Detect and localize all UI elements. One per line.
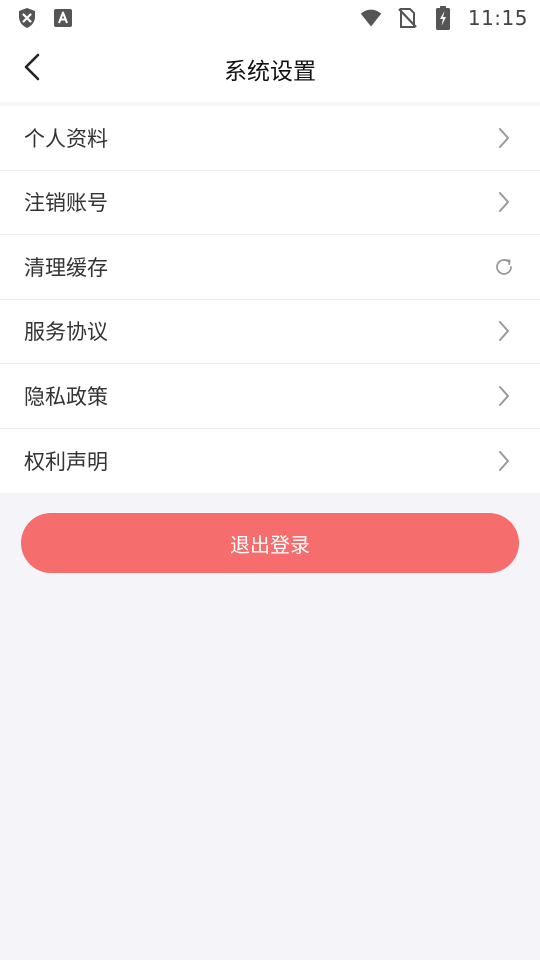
font-a-icon — [52, 7, 74, 29]
chevron-right-icon — [492, 126, 516, 150]
settings-item-delete-account[interactable]: 注销账号 — [0, 170, 540, 235]
refresh-icon — [492, 255, 516, 279]
status-bar: 11:15 — [0, 0, 540, 36]
settings-item-label: 权利声明 — [24, 449, 108, 474]
settings-item-label: 注销账号 — [24, 191, 108, 216]
shield-x-icon — [16, 7, 38, 29]
app-header: 系统设置 — [0, 36, 540, 102]
chevron-right-icon — [492, 190, 516, 214]
chevron-left-icon — [21, 52, 43, 86]
settings-list: 个人资料 注销账号 清理缓存 服务协议 隐私政策 权利声明 — [0, 106, 540, 493]
chevron-right-icon — [492, 319, 516, 343]
page-title: 系统设置 — [224, 59, 316, 85]
settings-item-label: 清理缓存 — [24, 255, 108, 280]
settings-item-label: 隐私政策 — [24, 384, 108, 409]
chevron-right-icon — [492, 449, 516, 473]
back-button[interactable] — [14, 51, 50, 87]
settings-item-service-agreement[interactable]: 服务协议 — [0, 299, 540, 364]
chevron-right-icon — [492, 384, 516, 408]
battery-charging-icon — [432, 6, 454, 30]
logout-button[interactable]: 退出登录 — [21, 513, 519, 573]
settings-item-profile[interactable]: 个人资料 — [0, 106, 540, 171]
settings-item-privacy-policy[interactable]: 隐私政策 — [0, 364, 540, 429]
settings-item-label: 个人资料 — [24, 126, 108, 151]
settings-item-label: 服务协议 — [24, 320, 108, 345]
wifi-icon — [360, 7, 382, 29]
settings-item-clear-cache[interactable]: 清理缓存 — [0, 235, 540, 300]
no-sim-icon — [396, 7, 418, 29]
settings-item-rights-statement[interactable]: 权利声明 — [0, 428, 540, 493]
status-bar-right: 11:15 — [360, 6, 528, 30]
status-bar-left — [16, 7, 74, 29]
status-time: 11:15 — [467, 6, 528, 30]
